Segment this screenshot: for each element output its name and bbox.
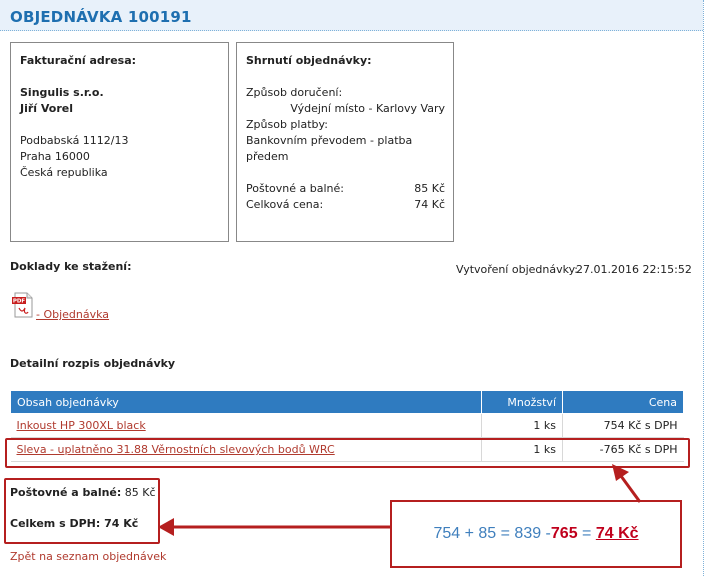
total-value: 74 Kč (414, 198, 445, 211)
page-title: OBJEDNÁVKA 100191 (10, 8, 192, 26)
column-header-quantity: Množství (481, 390, 563, 414)
totals-highlight (4, 478, 160, 544)
payment-value-line1: Bankovním převodem - platba (246, 134, 413, 147)
pdf-file-icon[interactable]: PDF (12, 292, 34, 318)
item-price: 754 Kč s DPH (562, 413, 684, 438)
shipping-value: 85 Kč (414, 182, 445, 195)
calc-discount: 765 (550, 525, 578, 542)
pdf-order-link[interactable]: - Objednávka (36, 308, 109, 321)
calc-part1: 754 + 85 = 839 - (433, 525, 551, 542)
order-summary-box: Shrnutí objednávky: Způsob doručení: Výd… (236, 42, 454, 242)
page-header: OBJEDNÁVKA 100191 (0, 0, 703, 31)
billing-person: Jiří Vorel (20, 102, 74, 115)
billing-country: Česká republika (20, 166, 108, 179)
delivery-label: Způsob doručení: (246, 86, 343, 99)
documents-heading: Doklady ke stažení: (10, 260, 132, 273)
column-header-content: Obsah objednávky (10, 390, 482, 414)
table-row: Inkoust HP 300XL black 1 ks 754 Kč s DPH (10, 413, 684, 438)
created-value: 27.01.2016 22:15:52 (576, 263, 692, 276)
item-link[interactable]: Inkoust HP 300XL black (17, 419, 146, 432)
payment-label: Způsob platby: (246, 118, 328, 131)
payment-value-line2: předem (246, 150, 289, 163)
shipping-label: Poštovné a balné: (246, 182, 344, 195)
discount-row-highlight (5, 438, 690, 468)
billing-street: Podbabská 1112/13 (20, 134, 129, 147)
table-header-row: Obsah objednávky Množství Cena (10, 390, 684, 414)
pdf-icon-text: PDF (13, 299, 26, 305)
column-header-price: Cena (562, 390, 684, 414)
item-quantity: 1 ks (481, 413, 563, 438)
billing-heading: Fakturační adresa: (20, 54, 137, 67)
total-label: Celková cena: (246, 198, 324, 211)
back-to-orders-link[interactable]: Zpět na seznam objednávek (10, 550, 166, 563)
delivery-value: Výdejní místo - Karlovy Vary (290, 102, 445, 115)
details-heading: Detailní rozpis objednávky (10, 357, 176, 370)
created-label: Vytvoření objednávky: (456, 263, 578, 276)
summary-heading: Shrnutí objednávky: (246, 54, 372, 67)
billing-company: Singulis s.r.o. (20, 86, 104, 99)
billing-city: Praha 16000 (20, 150, 90, 163)
calc-equals: = (577, 525, 596, 542)
billing-address-box: Fakturační adresa: Singulis s.r.o. Jiří … (10, 42, 229, 242)
calc-result: 74 Kč (595, 525, 639, 542)
calculation-callout: 754 + 85 = 839 - 765 = 74 Kč (390, 500, 682, 568)
